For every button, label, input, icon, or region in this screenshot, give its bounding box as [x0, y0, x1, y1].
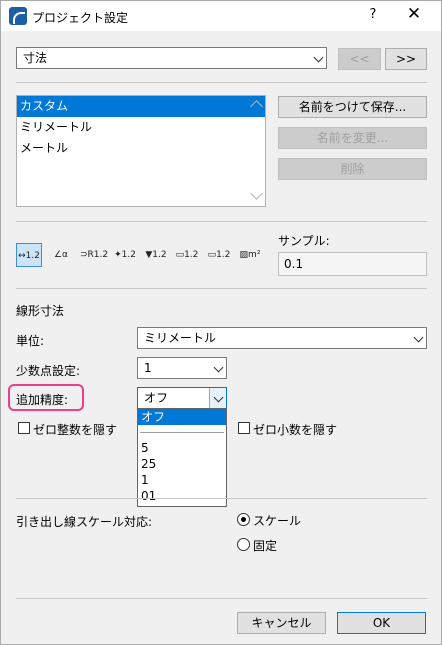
- hide-zero-decimal-label: ゼロ小数を隠す: [253, 423, 338, 437]
- unit-select-value: ミリメートル: [144, 331, 217, 345]
- elevation-dimension-icon[interactable]: ▼1.2: [143, 243, 169, 267]
- divider: [16, 82, 427, 83]
- divider: [16, 598, 427, 599]
- list-item[interactable]: メートル: [17, 138, 265, 159]
- sample-label: サンプル:: [278, 234, 330, 248]
- window-title: プロジェクト設定: [32, 11, 129, 25]
- list-item[interactable]: 25: [138, 456, 226, 472]
- angle-dimension-icon[interactable]: ∠α: [48, 243, 74, 267]
- list-item[interactable]: 1: [138, 472, 226, 488]
- section-title: 線形寸法: [16, 304, 65, 318]
- divider: [16, 498, 427, 499]
- scale-radio-label: スケール: [253, 514, 302, 528]
- list-item[interactable]: ミリメートル: [17, 117, 265, 138]
- hide-zero-whole-label: ゼロ整数を隠す: [33, 423, 118, 437]
- list-item[interactable]: カスタム: [17, 96, 265, 117]
- help-button[interactable]: ?: [363, 7, 383, 22]
- divider: [16, 221, 427, 222]
- prev-category-button[interactable]: <<: [338, 48, 381, 70]
- rename-button[interactable]: 名前を変更...: [278, 127, 427, 149]
- preset-list[interactable]: カスタム ミリメートル メートル: [16, 95, 266, 207]
- category-select[interactable]: 寸法: [16, 47, 327, 69]
- chevron-down-icon: [213, 362, 224, 373]
- delete-button[interactable]: 削除: [278, 158, 427, 180]
- unit-select[interactable]: ミリメートル: [137, 327, 427, 349]
- fixed-radio-label: 固定: [253, 539, 278, 553]
- save-as-button[interactable]: 名前をつけて保存...: [278, 96, 427, 118]
- project-settings-dialog: プロジェクト設定 ? ✕ 寸法 << >> カスタム ミリメートル メートル 名…: [0, 0, 442, 645]
- area-dimension-icon[interactable]: ▨m²: [237, 243, 263, 267]
- decimals-label: 少数点設定:: [16, 364, 81, 378]
- divider: [16, 288, 427, 289]
- hide-zero-whole-checkbox[interactable]: [18, 422, 30, 434]
- unit-label: 単位:: [16, 334, 45, 348]
- radial-dimension-icon[interactable]: ⊃R1.2: [80, 243, 108, 267]
- precision-dropdown-list[interactable]: オフ 5 25 1 01: [137, 408, 227, 507]
- leader-scale-label: 引き出し線スケール対応:: [16, 515, 153, 529]
- category-select-value: 寸法: [23, 51, 48, 65]
- hide-zero-decimal-checkbox[interactable]: [238, 422, 250, 434]
- sill-height-icon[interactable]: ▭1.2: [206, 243, 232, 267]
- chevron-down-icon: [313, 52, 324, 63]
- list-item[interactable]: 5: [138, 440, 226, 456]
- list-item[interactable]: 01: [138, 488, 226, 504]
- title-bar: プロジェクト設定 ? ✕: [1, 1, 441, 31]
- app-logo-icon: [9, 7, 27, 25]
- decimals-select-value: 1: [144, 361, 152, 375]
- ok-button[interactable]: OK: [337, 612, 426, 634]
- precision-label: 追加精度:: [16, 393, 69, 407]
- precision-select[interactable]: オフ: [137, 387, 227, 409]
- level-dimension-icon[interactable]: ✦1.2: [112, 243, 138, 267]
- cancel-button[interactable]: キャンセル: [237, 612, 326, 634]
- next-category-button[interactable]: >>: [385, 48, 427, 70]
- list-item[interactable]: オフ: [138, 409, 226, 425]
- close-button[interactable]: ✕: [404, 4, 424, 24]
- precision-select-value: オフ: [144, 391, 169, 405]
- scale-radio[interactable]: [237, 513, 250, 526]
- fixed-radio[interactable]: [237, 538, 250, 551]
- divider: [140, 432, 224, 433]
- dimension-type-toolbar: ↔1.2 ∠α ⊃R1.2 ✦1.2 ▼1.2 ▭1.2 ▭1.2 ▨m²: [16, 243, 266, 269]
- decimals-select[interactable]: 1: [137, 357, 227, 379]
- sample-value: 0.1: [278, 252, 427, 276]
- door-window-dimension-icon[interactable]: ▭1.2: [174, 243, 200, 267]
- chevron-down-icon: [413, 332, 424, 343]
- linear-dimension-icon[interactable]: ↔1.2: [16, 243, 42, 267]
